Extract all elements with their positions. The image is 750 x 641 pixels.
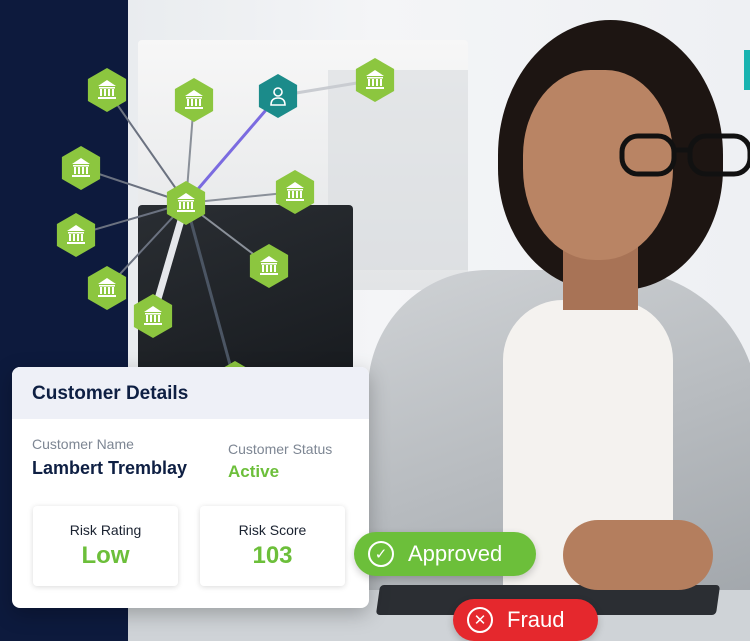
risk-score-label: Risk Score: [238, 522, 307, 538]
customer-name-label: Customer Name: [32, 436, 134, 452]
bank-node-icon: [87, 68, 127, 112]
fraud-label: Fraud: [507, 607, 565, 632]
customer-status-value: Active: [228, 462, 280, 481]
check-circle-icon: ✓: [368, 541, 394, 567]
fraud-badge[interactable]: ✕ Fraud: [453, 599, 598, 641]
bank-node-icon: [61, 146, 101, 190]
card-title: Customer Details: [32, 383, 189, 404]
card-header: Customer Details: [12, 367, 369, 419]
woman-hands: [563, 520, 713, 590]
glasses-icon: [619, 133, 750, 177]
accent-strip: [744, 50, 750, 90]
customer-name-value: Lambert Tremblay: [32, 458, 188, 478]
customer-details-card: Customer Details Customer Name Lambert T…: [12, 367, 369, 608]
bank-node-icon: [56, 213, 96, 257]
customer-status-label: Customer Status: [228, 441, 333, 457]
risk-score-box: Risk Score 103: [200, 506, 345, 586]
bank-node-icon: [87, 266, 127, 310]
risk-rating-box: Risk Rating Low: [33, 506, 178, 586]
risk-rating-label: Risk Rating: [69, 522, 142, 538]
approved-badge[interactable]: ✓ Approved: [354, 532, 536, 576]
approved-label: Approved: [408, 541, 503, 566]
risk-score-value: 103: [252, 542, 293, 569]
risk-rating-value: Low: [81, 542, 130, 569]
x-circle-icon: ✕: [467, 607, 493, 633]
